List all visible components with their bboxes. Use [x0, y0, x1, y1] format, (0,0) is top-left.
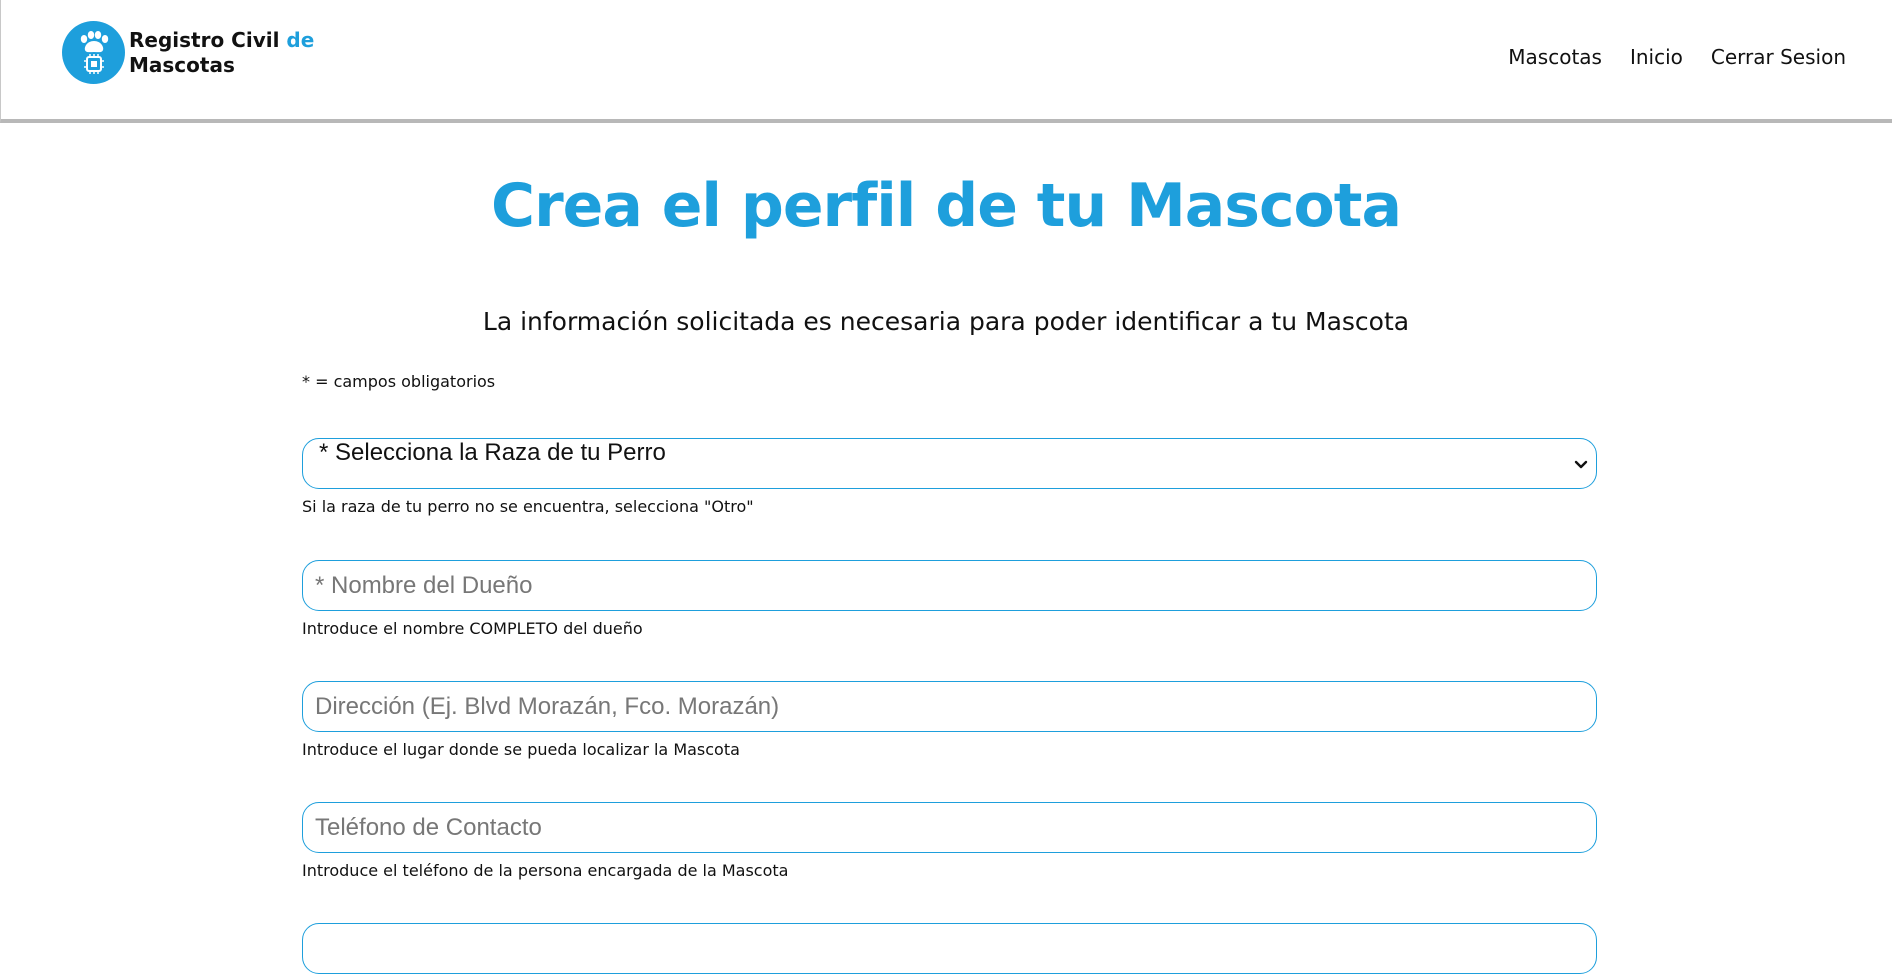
next-field-partial	[302, 923, 1597, 974]
breed-select[interactable]: * Selecciona la Raza de tu Perro	[302, 438, 1597, 489]
owner-name-input[interactable]	[302, 560, 1597, 611]
nav-link-mascotas[interactable]: Mascotas	[1508, 45, 1602, 69]
nav-link-inicio[interactable]: Inicio	[1630, 45, 1683, 69]
owner-field: Introduce el nombre COMPLETO del dueño	[302, 560, 1597, 638]
breed-select-value: * Selecciona la Raza de tu Perro	[319, 439, 666, 466]
phone-help-text: Introduce el teléfono de la persona enca…	[302, 861, 789, 880]
phone-input[interactable]	[302, 802, 1597, 853]
brand-name-accent: de	[286, 27, 315, 52]
phone-field: Introduce el teléfono de la persona enca…	[302, 802, 1597, 880]
chevron-down-icon	[1574, 454, 1588, 482]
brand[interactable]: Registro Civil de Mascotas	[62, 21, 314, 84]
owner-help-text: Introduce el nombre COMPLETO del dueño	[302, 619, 643, 638]
breed-help-text: Si la raza de tu perro no se encuentra, …	[302, 497, 754, 516]
brand-name-line2: Mascotas	[129, 52, 235, 77]
top-navbar: Registro Civil de Mascotas Mascotas Inic…	[0, 0, 1892, 123]
paw-chip-icon	[62, 21, 125, 84]
brand-name: Registro Civil de Mascotas	[129, 28, 314, 78]
main-nav: Mascotas Inicio Cerrar Sesion	[1508, 45, 1846, 69]
address-input[interactable]	[302, 681, 1597, 732]
page-subtitle: La información solicitada es necesaria p…	[482, 307, 1410, 336]
address-field: Introduce el lugar donde se pueda locali…	[302, 681, 1597, 759]
nav-link-cerrar-sesion[interactable]: Cerrar Sesion	[1711, 45, 1846, 69]
address-help-text: Introduce el lugar donde se pueda locali…	[302, 740, 740, 759]
required-fields-note: * = campos obligatorios	[302, 372, 496, 391]
next-input-partial[interactable]	[302, 923, 1597, 974]
brand-name-line1: Registro Civil	[129, 27, 280, 52]
paw-chip-svg	[80, 30, 108, 74]
page-title: Crea el perfil de tu Mascota	[491, 171, 1402, 241]
breed-field: * Selecciona la Raza de tu Perro Si la r…	[302, 438, 1597, 516]
